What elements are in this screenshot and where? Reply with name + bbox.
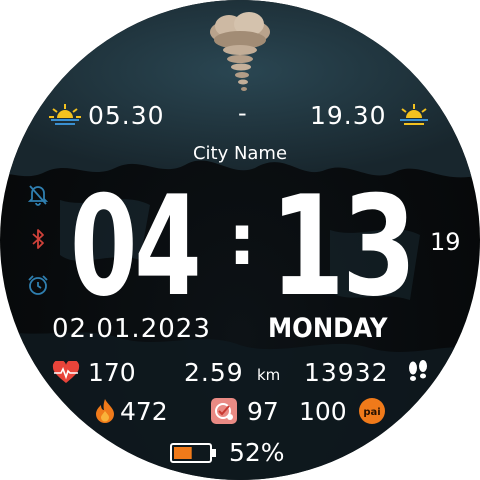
time-seconds: 19	[430, 228, 461, 256]
heart-rate-value: 170	[88, 358, 136, 387]
battery-fill	[174, 447, 192, 459]
sun-separator: -	[238, 99, 247, 127]
alarm-icon	[28, 275, 48, 295]
watch-face: 05.30 - 19.30 City Name 04 : 13 19 02.01…	[0, 0, 480, 480]
alarm-off-icon	[28, 185, 48, 206]
time-colon: :	[228, 199, 256, 281]
sunset-time: 19.30	[310, 101, 387, 130]
time-hours: 04	[70, 166, 202, 327]
distance-value: 2.59	[184, 358, 244, 387]
steps-value: 13932	[304, 358, 389, 387]
flame-icon	[96, 399, 114, 423]
bluetooth-icon	[32, 229, 44, 249]
pai-value: 100	[299, 397, 347, 426]
weekday-text: MONDAY	[268, 313, 388, 344]
calories-value: 472	[120, 397, 168, 426]
sunrise-icon	[49, 104, 81, 125]
footsteps-icon	[409, 360, 427, 381]
stress-icon	[211, 398, 237, 424]
sunrise-time: 05.30	[88, 101, 165, 130]
sunset-icon	[400, 104, 428, 125]
distance-unit: km	[257, 366, 281, 384]
pai-label: pai	[363, 407, 380, 418]
battery-percent: 52%	[229, 438, 285, 467]
stress-value: 97	[247, 397, 279, 426]
city-name: City Name	[192, 143, 288, 164]
time-minutes: 13	[270, 166, 417, 327]
pai-icon: pai	[359, 398, 385, 424]
battery-icon	[170, 443, 216, 463]
date-text: 02.01.2023	[52, 314, 211, 344]
heart-rate-icon	[52, 361, 80, 383]
tornado-icon	[210, 12, 270, 91]
